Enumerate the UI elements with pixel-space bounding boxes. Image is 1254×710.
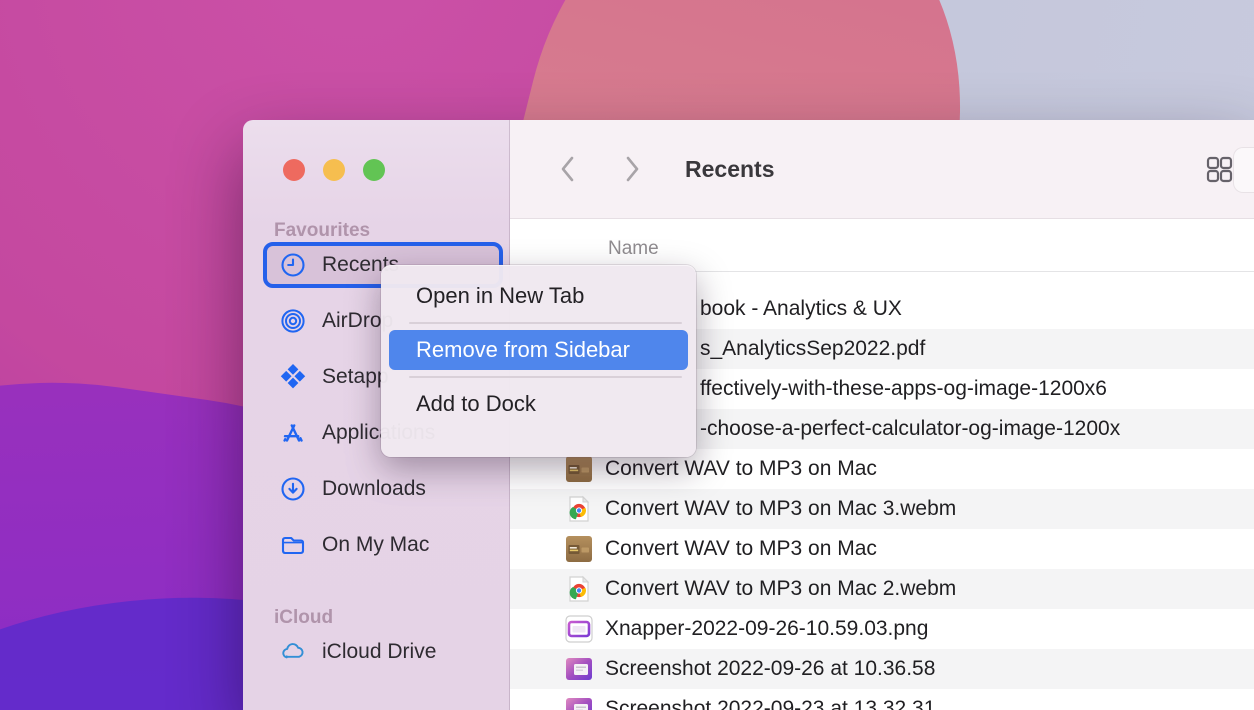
toolbar-right: [1202, 120, 1236, 218]
chrome-file-icon: [565, 495, 593, 523]
webpage-thumbnail-icon: [565, 535, 593, 563]
xnapper-window-icon: [565, 615, 593, 643]
sidebar-section-header-favourites: Favourites: [274, 220, 509, 242]
window-controls: [283, 159, 385, 181]
file-name: Convert WAV to MP3 on Mac 2.webm: [605, 577, 956, 601]
menu-item-open-in-new-tab[interactable]: Open in New Tab: [389, 276, 688, 316]
file-row[interactable]: Convert WAV to MP3 on Mac 2.webm: [510, 569, 1254, 609]
forward-button[interactable]: [619, 154, 645, 184]
window-title: Recents: [685, 156, 774, 183]
download-circle-icon: [280, 476, 306, 502]
icloud-icon: [280, 639, 306, 665]
file-name: Convert WAV to MP3 on Mac 3.webm: [605, 497, 956, 521]
zoom-button[interactable]: [363, 159, 385, 181]
file-row[interactable]: Screenshot 2022-09-26 at 10.36.58: [510, 649, 1254, 689]
file-row[interactable]: Convert WAV to MP3 on Mac 3.webm: [510, 489, 1254, 529]
file-name: -choose-a-perfect-calculator-og-image-12…: [700, 417, 1120, 441]
nav-buttons: [555, 154, 645, 184]
file-name: Convert WAV to MP3 on Mac: [605, 457, 877, 481]
sidebar-item-label: Downloads: [322, 477, 426, 501]
screenshot-thumbnail-icon: [565, 695, 593, 710]
folder-icon: [280, 532, 306, 558]
file-row[interactable]: Convert WAV to MP3 on Mac: [510, 529, 1254, 569]
chevron-right-icon: [622, 154, 642, 184]
sidebar-item-label: iCloud Drive: [322, 640, 436, 664]
sidebar-item-icloud-drive[interactable]: iCloud Drive: [263, 629, 503, 675]
file-row[interactable]: Screenshot 2022-09-23 at 13.32.31: [510, 689, 1254, 710]
file-name: Screenshot 2022-09-23 at 13.32.31: [605, 697, 935, 710]
view-segment-button[interactable]: [1234, 148, 1254, 192]
airdrop-icon: [280, 308, 306, 334]
sidebar-item-on-my-mac[interactable]: On My Mac: [263, 522, 503, 568]
grid-view-icon: [1206, 156, 1233, 183]
sidebar-section-header-icloud: iCloud: [274, 607, 509, 629]
icon-view-button[interactable]: [1202, 154, 1236, 184]
back-button[interactable]: [555, 154, 581, 184]
desktop: FavouritesRecentsAirDropSetappApplicatio…: [0, 0, 1254, 710]
context-menu: Open in New Tab Remove from Sidebar Add to…: [381, 265, 696, 457]
minimize-button[interactable]: [323, 159, 345, 181]
file-name: s_AnalyticsSep2022.pdf: [700, 337, 925, 361]
file-name: Convert WAV to MP3 on Mac: [605, 537, 877, 561]
menu-separator: [409, 376, 682, 378]
file-name: Screenshot 2022-09-26 at 10.36.58: [605, 657, 935, 681]
file-name: ffectively-with-these-apps-og-image-1200…: [700, 377, 1107, 401]
chrome-file-icon: [565, 575, 593, 603]
close-button[interactable]: [283, 159, 305, 181]
setapp-icon: [280, 364, 306, 390]
column-header-name[interactable]: Name: [608, 238, 659, 260]
chevron-left-icon: [558, 154, 578, 184]
file-name: book - Analytics & UX: [700, 297, 902, 321]
clock-icon: [280, 252, 306, 278]
finder-toolbar: Recents: [510, 120, 1254, 219]
file-row[interactable]: Xnapper-2022-09-26-10.59.03.png: [510, 609, 1254, 649]
appstore-icon: [280, 420, 306, 446]
sidebar-item-label: Setapp: [322, 365, 389, 389]
webpage-thumbnail-icon: [565, 455, 593, 483]
sidebar-item-downloads[interactable]: Downloads: [263, 466, 503, 512]
sidebar-item-label: On My Mac: [322, 533, 429, 557]
menu-item-add-to-dock[interactable]: Add to Dock: [389, 384, 688, 424]
file-name: Xnapper-2022-09-26-10.59.03.png: [605, 617, 928, 641]
menu-item-remove-from-sidebar[interactable]: Remove from Sidebar: [389, 330, 688, 370]
screenshot-thumbnail-icon: [565, 655, 593, 683]
menu-separator: [409, 322, 682, 324]
